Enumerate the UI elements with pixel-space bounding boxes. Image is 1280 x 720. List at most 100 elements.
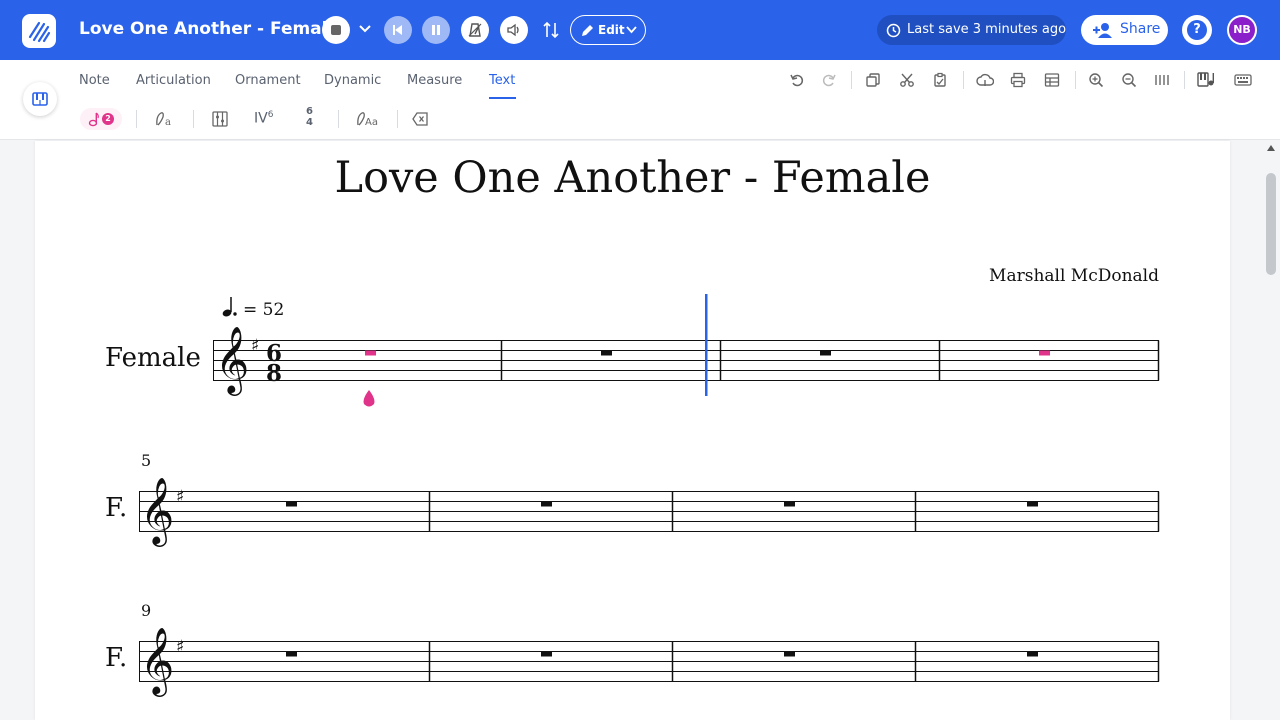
tuning-fork-icon[interactable] bbox=[541, 20, 561, 40]
separator bbox=[1075, 71, 1076, 89]
help-icon: ? bbox=[1187, 20, 1207, 40]
separator bbox=[397, 110, 398, 128]
whole-rest-m12 bbox=[1027, 651, 1038, 657]
separator bbox=[1184, 71, 1185, 89]
whole-rest-m2 bbox=[601, 350, 612, 356]
separator bbox=[963, 71, 964, 89]
whole-rest-m5 bbox=[286, 501, 297, 507]
rewind-button[interactable] bbox=[384, 16, 412, 44]
time-signature-bottom: 8 bbox=[266, 360, 282, 387]
svg-text:Aa: Aa bbox=[365, 117, 378, 128]
edit-mode-button[interactable]: Edit bbox=[570, 15, 646, 45]
metronome-icon bbox=[468, 23, 482, 37]
roman-numeral-tool[interactable]: IV6 bbox=[254, 110, 273, 127]
text-style-icon[interactable]: a bbox=[154, 110, 176, 128]
score-notation[interactable]: 𝄞 ♯ 6 8 𝄞 ♯ 𝄞 ♯ bbox=[35, 141, 1230, 720]
top-bar: Love One Another - Female Edit Last save… bbox=[0, 0, 1280, 60]
user-avatar[interactable]: NB bbox=[1227, 15, 1257, 45]
pause-button[interactable] bbox=[422, 16, 450, 44]
note-icon bbox=[88, 112, 99, 127]
whole-rest-m4-selected bbox=[1039, 350, 1050, 356]
instruments-icon[interactable] bbox=[1196, 71, 1216, 89]
layout-icon[interactable] bbox=[1044, 72, 1060, 88]
playback-cursor bbox=[705, 294, 708, 396]
whole-rest-m6 bbox=[541, 501, 552, 507]
tab-measure[interactable]: Measure bbox=[407, 73, 462, 88]
stop-icon bbox=[331, 25, 341, 35]
page-view-icon[interactable] bbox=[1154, 72, 1170, 88]
svg-text:a: a bbox=[165, 117, 171, 128]
clock-icon bbox=[886, 23, 901, 38]
stop-button[interactable] bbox=[322, 16, 350, 44]
chord-grid-icon[interactable] bbox=[211, 110, 229, 128]
tab-text[interactable]: Text bbox=[489, 73, 515, 88]
share-label: Share bbox=[1120, 21, 1161, 37]
verse-badge: 2 bbox=[102, 113, 114, 125]
tab-note[interactable]: Note bbox=[79, 73, 110, 88]
zoom-in-icon[interactable] bbox=[1088, 72, 1104, 88]
scrollbar-thumb[interactable] bbox=[1266, 173, 1276, 275]
help-button[interactable]: ? bbox=[1182, 15, 1212, 45]
keyboard-icon[interactable] bbox=[1234, 72, 1252, 88]
piano-keyboard-button[interactable] bbox=[23, 82, 57, 116]
whole-rest-m10 bbox=[541, 651, 552, 657]
cloud-upload-icon[interactable] bbox=[976, 72, 994, 88]
undo-icon[interactable] bbox=[789, 72, 805, 88]
roman-numeral-sup: 6 bbox=[267, 110, 274, 120]
redo-icon[interactable] bbox=[821, 72, 837, 88]
active-tab-indicator bbox=[489, 97, 516, 99]
paste-icon[interactable] bbox=[932, 72, 948, 88]
cut-icon[interactable] bbox=[899, 72, 915, 88]
separator bbox=[136, 110, 137, 128]
separator bbox=[851, 71, 852, 89]
pencil-icon bbox=[582, 25, 593, 36]
whole-rest-m3 bbox=[820, 350, 831, 356]
separator bbox=[338, 110, 339, 128]
sharp-icon: ♯ bbox=[176, 637, 184, 657]
treble-clef-icon: 𝄞 bbox=[140, 626, 174, 697]
save-status[interactable]: Last save 3 minutes ago bbox=[877, 15, 1066, 45]
flat-logo-icon[interactable] bbox=[22, 14, 56, 48]
zoom-out-icon[interactable] bbox=[1121, 72, 1137, 88]
scroll-up-icon[interactable] bbox=[1267, 145, 1275, 151]
tab-dynamic[interactable]: Dynamic bbox=[324, 73, 381, 88]
add-user-icon bbox=[1093, 23, 1112, 38]
vertical-scrollbar[interactable] bbox=[1262, 141, 1280, 720]
rewind-icon bbox=[393, 25, 402, 35]
document-title[interactable]: Love One Another - Female bbox=[79, 19, 339, 39]
tab-ornament[interactable]: Ornament bbox=[235, 73, 301, 88]
tab-articulation[interactable]: Articulation bbox=[136, 73, 211, 88]
whole-rest-m9 bbox=[286, 651, 297, 657]
figured-bass-tool[interactable]: 6 4 bbox=[306, 106, 313, 128]
separator bbox=[193, 110, 194, 128]
sharp-icon: ♯ bbox=[176, 487, 184, 507]
system-1[interactable]: 𝄞 ♯ 6 8 bbox=[213, 294, 1160, 407]
pause-icon bbox=[432, 25, 440, 35]
speaker-icon bbox=[507, 23, 519, 37]
whole-rest-m11 bbox=[784, 651, 795, 657]
figured-bass-bottom: 4 bbox=[306, 117, 313, 128]
treble-clef-icon: 𝄞 bbox=[140, 476, 174, 547]
metronome-button[interactable] bbox=[461, 16, 489, 44]
system-3[interactable]: 𝄞 ♯ bbox=[139, 626, 1160, 697]
roman-numeral-label: IV bbox=[254, 110, 268, 127]
sharp-icon: ♯ bbox=[251, 336, 259, 356]
whole-rest-m7 bbox=[784, 501, 795, 507]
whole-rest-m8 bbox=[1027, 501, 1038, 507]
chevron-down-icon bbox=[626, 26, 637, 34]
treble-clef-icon: 𝄞 bbox=[215, 325, 249, 396]
speaker-button[interactable] bbox=[500, 16, 528, 44]
chevron-down-icon[interactable] bbox=[358, 22, 372, 36]
edit-label: Edit bbox=[598, 23, 625, 37]
lyrics-tool-button[interactable]: 2 bbox=[80, 108, 122, 130]
lyric-cursor-handle-icon bbox=[363, 390, 375, 407]
save-status-label: Last save 3 minutes ago bbox=[907, 22, 1067, 37]
print-icon[interactable] bbox=[1010, 72, 1026, 88]
system-2[interactable]: 𝄞 ♯ bbox=[139, 476, 1160, 547]
share-button[interactable]: Share bbox=[1081, 15, 1168, 45]
clear-text-icon[interactable] bbox=[412, 112, 428, 126]
score-page[interactable]: Love One Another - Female Marshall McDon… bbox=[35, 141, 1230, 720]
copy-icon[interactable] bbox=[865, 72, 881, 88]
text-font-icon[interactable]: Aa bbox=[355, 110, 381, 128]
whole-rest-m1-selected bbox=[365, 350, 376, 356]
